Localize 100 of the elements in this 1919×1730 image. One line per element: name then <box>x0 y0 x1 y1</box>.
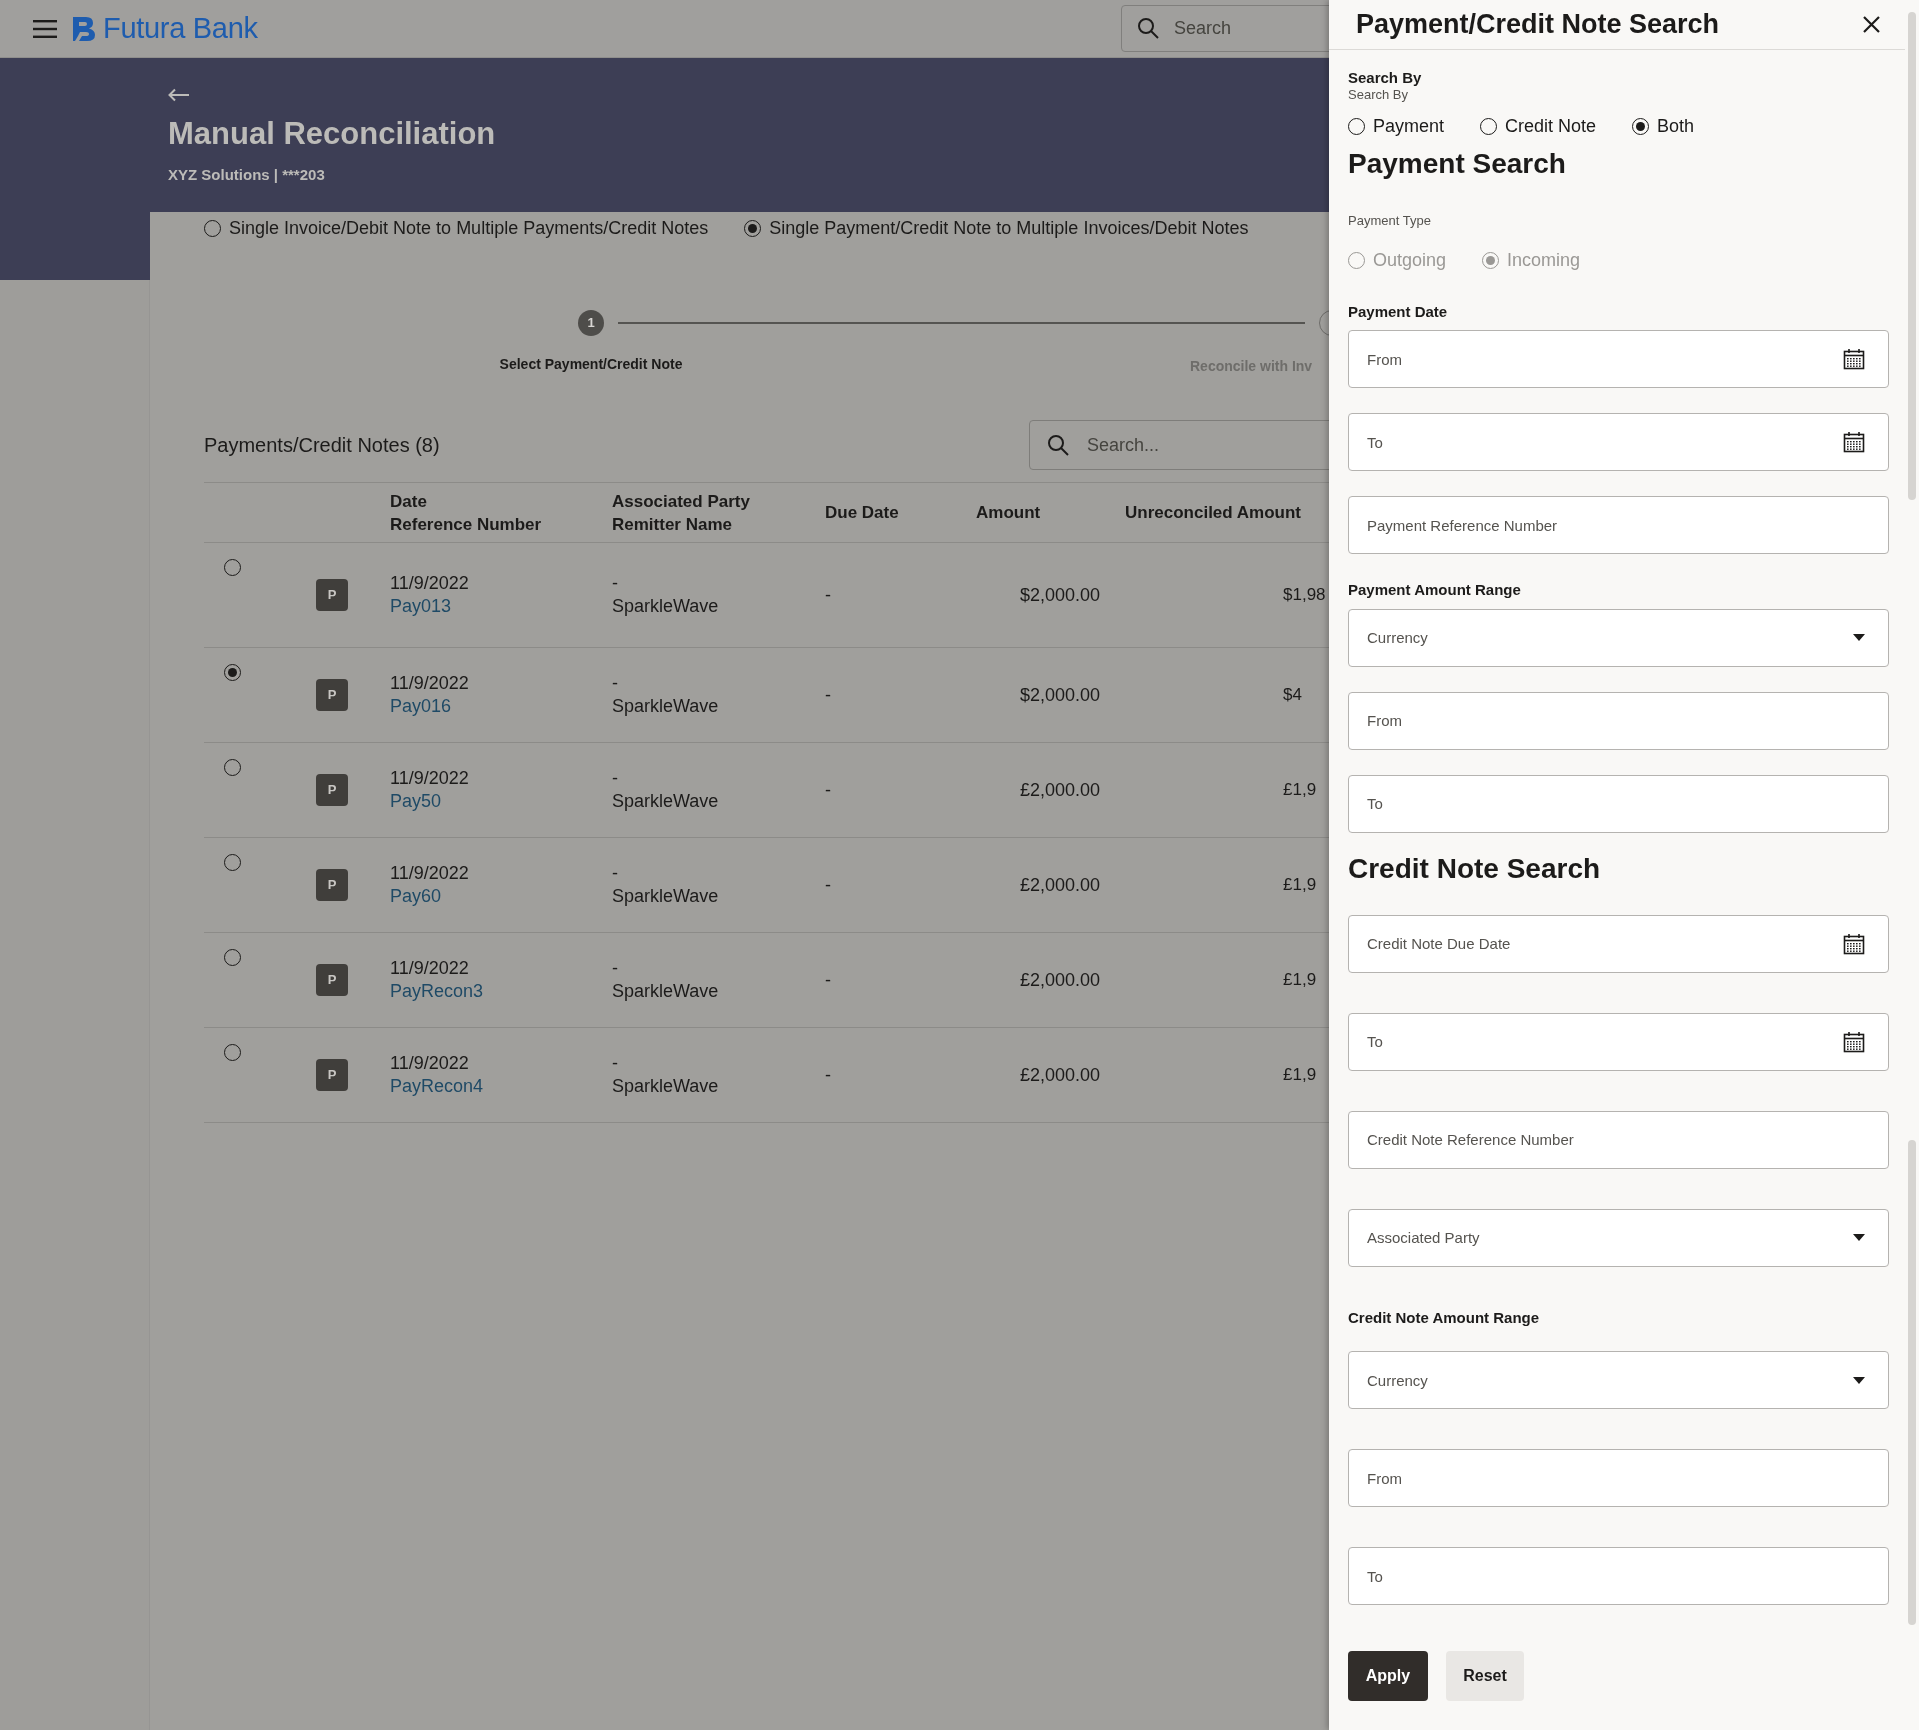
date-field[interactable]: Credit Note Due Date <box>1348 914 1889 973</box>
input-field[interactable]: From <box>1348 691 1889 750</box>
scrollbar-thumb[interactable] <box>1908 1140 1916 1625</box>
date-text: 11/9/2022 <box>390 767 470 790</box>
radio-label: Incoming <box>1507 248 1581 272</box>
radio-label: Payment <box>1373 115 1445 138</box>
payment-type-badge: P <box>316 1059 348 1091</box>
unreconciled-amount-text: $4 <box>1283 685 1302 705</box>
scrollbar-thumb[interactable] <box>1908 12 1916 500</box>
dropdown-field[interactable]: Currency <box>1348 1351 1889 1409</box>
remitter-text: SparkleWave <box>612 885 719 908</box>
search-icon <box>1047 434 1069 456</box>
reference-link[interactable]: Pay60 <box>390 885 442 908</box>
radio-label: Credit Note <box>1505 115 1597 138</box>
back-arrow-icon[interactable] <box>168 88 190 102</box>
date-text: 11/9/2022 <box>390 672 470 695</box>
party-text: - <box>612 572 618 595</box>
section-heading: Payment Search <box>1348 147 1567 181</box>
page-subtitle: XYZ Solutions | ***203 <box>168 165 326 185</box>
column-header: Associated Party Remitter Name <box>612 490 751 536</box>
column-header: Date Reference Number <box>389 490 543 536</box>
field-sublabel: Search By <box>1348 86 1409 103</box>
input-field[interactable]: Credit Note Reference Number <box>1348 1110 1889 1169</box>
calendar-icon[interactable] <box>1843 1030 1865 1053</box>
menu-icon[interactable] <box>33 19 57 38</box>
calendar-icon[interactable] <box>1843 431 1865 453</box>
dropdown-field[interactable]: Currency <box>1348 608 1889 667</box>
radio-label: Single Payment/Credit Note to Multiple Invoices/Debit Notes <box>769 217 1249 240</box>
field-label: Payment Type <box>1348 212 1432 230</box>
amount-text: £2,000.00 <box>1019 968 1100 992</box>
section-heading: Credit Note Search <box>1348 851 1602 886</box>
input-field[interactable]: To <box>1348 1547 1889 1605</box>
amount-text: $2,000.00 <box>1019 583 1100 607</box>
apply-button[interactable]: Apply <box>1348 1651 1428 1701</box>
payment-type-badge: P <box>316 579 348 611</box>
input-field[interactable]: From <box>1348 1449 1889 1507</box>
amount-text: £2,000.00 <box>1019 778 1100 802</box>
input-field[interactable]: Payment Reference Number <box>1348 496 1889 554</box>
search-icon <box>1137 17 1159 39</box>
date-text: 11/9/2022 <box>390 1052 470 1075</box>
calendar-icon[interactable] <box>1843 348 1865 370</box>
due-date-text: - <box>825 874 831 895</box>
brand-name[interactable]: Futura Bank <box>103 6 258 51</box>
party-text: - <box>612 672 618 695</box>
field-label: Payment Amount Range <box>1348 580 1522 600</box>
payment-type-badge: P <box>316 964 348 996</box>
date-text: 11/9/2022 <box>390 572 470 595</box>
date-field[interactable]: To <box>1348 413 1889 471</box>
remitter-text: SparkleWave <box>612 595 719 618</box>
amount-text: $2,000.00 <box>1019 683 1100 707</box>
party-text: - <box>612 1052 618 1075</box>
step-number: 1 <box>578 310 604 336</box>
date-text: 11/9/2022 <box>390 957 470 980</box>
remitter-text: SparkleWave <box>612 980 719 1003</box>
unreconciled-amount-text: £1,9 <box>1283 1065 1317 1085</box>
reset-button[interactable]: Reset <box>1446 1651 1524 1701</box>
unreconciled-amount-text: £1,9 <box>1283 875 1317 895</box>
party-text: - <box>612 767 618 790</box>
date-field[interactable]: To <box>1348 1012 1889 1071</box>
column-header: Unreconciled Amount <box>1124 502 1302 524</box>
input-field[interactable]: To <box>1348 774 1889 833</box>
column-header: Due Date <box>825 502 900 524</box>
close-icon[interactable] <box>1863 16 1880 33</box>
payment-type-badge: P <box>316 869 348 901</box>
remitter-text: SparkleWave <box>612 1075 719 1098</box>
column-header: Amount <box>975 502 1042 524</box>
party-text: - <box>612 862 618 885</box>
due-date-text: - <box>825 684 831 705</box>
page-title: Manual Reconciliation <box>168 115 497 153</box>
reference-link[interactable]: Pay50 <box>390 790 442 813</box>
search-field[interactable]: Search <box>1121 5 1329 52</box>
due-date-text: - <box>825 779 831 800</box>
amount-text: £2,000.00 <box>1019 873 1100 897</box>
date-text: 11/9/2022 <box>390 862 470 885</box>
payment-type-badge: P <box>316 679 348 711</box>
list-title: Payments/Credit Notes (8) <box>204 433 440 458</box>
reference-link[interactable]: PayRecon3 <box>390 980 484 1003</box>
unreconciled-amount-text: £1,9 <box>1283 970 1317 990</box>
field-label: Credit Note Amount Range <box>1348 1307 1541 1328</box>
payment-type-badge: P <box>316 774 348 806</box>
step-label: Select Payment/Credit Note <box>499 355 683 374</box>
search-field[interactable]: Search... <box>1029 420 1329 470</box>
radio-label: Outgoing <box>1373 248 1447 272</box>
remitter-text: SparkleWave <box>612 790 719 813</box>
due-date-text: - <box>825 584 831 605</box>
calendar-icon[interactable] <box>1843 932 1865 955</box>
reference-link[interactable]: Pay013 <box>390 595 452 618</box>
radio-label: Single Invoice/Debit Note to Multiple Payments/Credit Notes <box>229 217 709 240</box>
field-label: Payment Date <box>1348 301 1449 322</box>
party-text: - <box>612 957 618 980</box>
caret-icon <box>1853 1234 1865 1241</box>
unreconciled-amount-text: $1,98 <box>1283 585 1326 605</box>
remitter-text: SparkleWave <box>612 695 719 718</box>
due-date-text: - <box>825 1064 831 1085</box>
dropdown-field[interactable]: Associated Party <box>1348 1208 1889 1267</box>
date-field[interactable]: From <box>1348 330 1889 388</box>
radio-label: Both <box>1657 115 1695 138</box>
bank-logo-icon <box>71 14 97 43</box>
reference-link[interactable]: PayRecon4 <box>390 1075 484 1098</box>
reference-link[interactable]: Pay016 <box>390 695 452 718</box>
